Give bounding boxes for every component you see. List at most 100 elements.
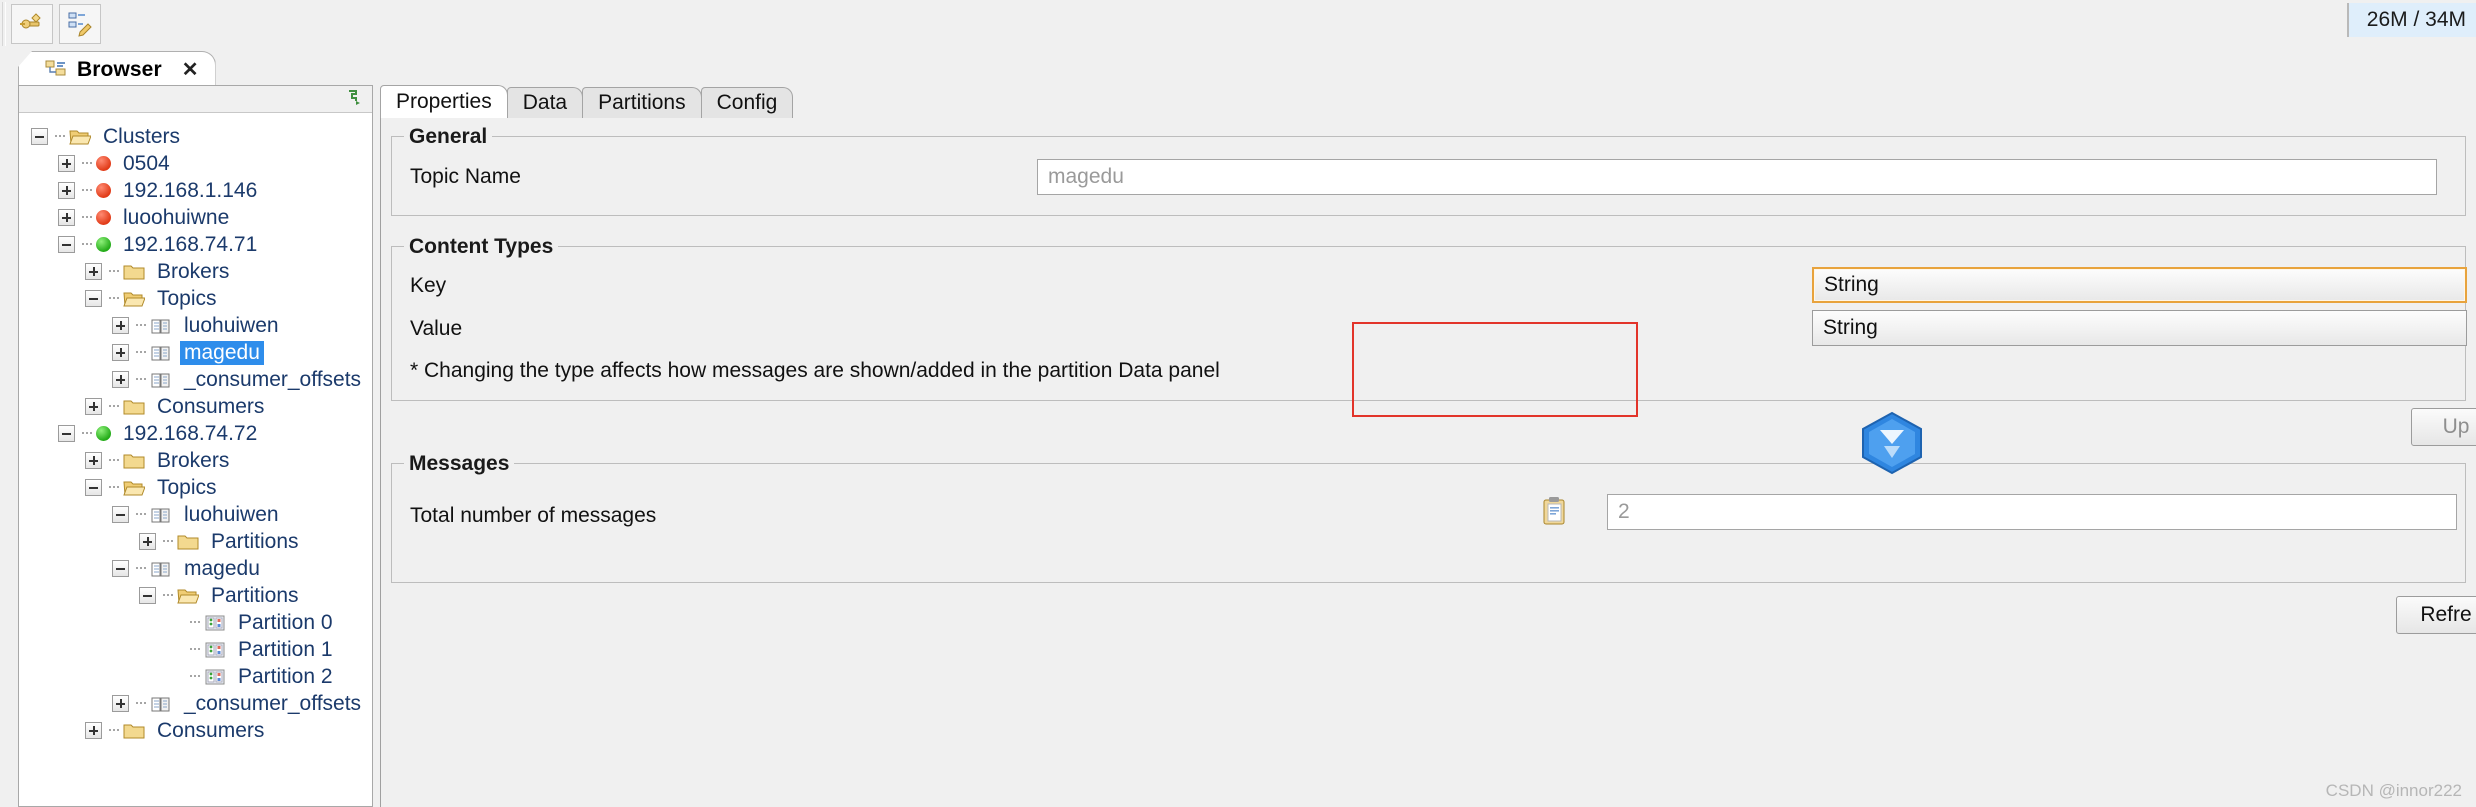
tree-connector-line [82, 243, 92, 246]
tree-collapse-icon[interactable] [58, 236, 75, 253]
tree-node[interactable]: Brokers [19, 258, 372, 285]
tree-expand-icon[interactable] [85, 398, 102, 415]
tree-connector-line [190, 648, 200, 651]
tree-collapse-icon[interactable] [85, 479, 102, 496]
tree-node[interactable]: 192.168.74.72 [19, 420, 372, 447]
editor-tab-config[interactable]: Config [700, 87, 794, 118]
folder-open-icon [177, 589, 199, 603]
tree-node[interactable]: Consumers [19, 393, 372, 420]
editor-tab-data[interactable]: Data [506, 87, 584, 118]
tree-collapse-icon[interactable] [85, 290, 102, 307]
tree-expand-icon[interactable] [58, 209, 75, 226]
browser-tree-icon [45, 60, 66, 76]
update-button-label: Up [2442, 415, 2470, 438]
tree-node[interactable]: _consumer_offsets [19, 366, 372, 393]
tree-node[interactable]: luoohuiwne [19, 204, 372, 231]
tree-connector-line [109, 459, 119, 462]
tree-node[interactable]: Partition 2 [19, 663, 372, 690]
tree-node-label: Brokers [157, 259, 230, 283]
tree-expand-icon[interactable] [85, 722, 102, 739]
tree-expand-icon[interactable] [139, 533, 156, 550]
tree-expand-icon[interactable] [112, 317, 129, 334]
tree-node[interactable]: Clusters [19, 123, 372, 150]
tree-node-label: Consumers [157, 718, 265, 742]
tree-node-label: Partition 1 [238, 637, 333, 661]
value-label: Value [410, 317, 463, 340]
tree-node-icon [96, 237, 111, 252]
tree-node[interactable]: Topics [19, 474, 372, 501]
tab-browser-close-icon[interactable]: ✕ [182, 60, 199, 80]
tree-node[interactable]: Topics [19, 285, 372, 312]
editor-tab-partitions[interactable]: Partitions [582, 87, 702, 118]
status-dot-online-icon [96, 426, 111, 441]
tree-expand-icon[interactable] [85, 263, 102, 280]
key-type-combo[interactable]: String [1812, 267, 2467, 303]
key-label: Key [410, 274, 447, 297]
tree-node-label: 0504 [123, 151, 170, 175]
add-cluster-button[interactable] [11, 4, 53, 44]
tree-node[interactable]: luohuiwen [19, 501, 372, 528]
cluster-tree[interactable]: Clusters 0504 192.168.1.146 luoohuiwne 192.1… [19, 113, 372, 744]
tree-node[interactable]: Partitions [19, 528, 372, 555]
memory-indicator[interactable]: 26M / 34M [2346, 3, 2476, 37]
tree-node-label: Partition 0 [238, 610, 333, 634]
editor-tab-strip[interactable]: Properties Data Partitions Config [380, 85, 2476, 119]
status-dot-online-icon [96, 237, 111, 252]
folder-icon [123, 265, 145, 279]
tree-node-label: 192.168.1.146 [123, 178, 258, 202]
content-types-group: Content Types Key String Value String * … [391, 235, 2467, 401]
tree-node[interactable]: Partition 0 [19, 609, 372, 636]
clipboard-icon[interactable] [1542, 496, 1568, 526]
tree-expand-icon[interactable] [112, 371, 129, 388]
tree-node[interactable]: 192.168.1.146 [19, 177, 372, 204]
topic-name-field[interactable]: magedu [1037, 159, 2437, 195]
tree-node[interactable]: Brokers [19, 447, 372, 474]
editor-tab-properties[interactable]: Properties [380, 85, 508, 118]
tree-node-icon [204, 641, 226, 659]
total-messages-field[interactable]: 2 [1607, 494, 2457, 530]
tree-node[interactable]: Partitions [19, 582, 372, 609]
topic-book-icon [151, 346, 170, 360]
value-type-combo[interactable]: String [1812, 310, 2467, 346]
tree-collapse-icon[interactable] [112, 506, 129, 523]
tree-collapse-icon[interactable] [112, 560, 129, 577]
tree-node[interactable]: Partition 1 [19, 636, 372, 663]
tree-node[interactable]: 192.168.74.71 [19, 231, 372, 258]
folder-open-icon [123, 292, 145, 306]
tree-node[interactable]: magedu [19, 555, 372, 582]
messages-group-legend: Messages [404, 452, 515, 476]
tree-node[interactable]: _consumer_offsets [19, 690, 372, 717]
refresh-button-label: Refre [2420, 603, 2472, 626]
tree-node-icon [150, 371, 172, 389]
edit-cluster-button[interactable] [59, 4, 101, 44]
tree-node[interactable]: luohuiwen [19, 312, 372, 339]
watermark-text: CSDN @innor222 [2325, 781, 2462, 800]
tree-expand-icon[interactable] [112, 695, 129, 712]
tree-node[interactable]: Consumers [19, 717, 372, 744]
tree-node-label: luohuiwen [184, 313, 279, 337]
tree-node[interactable]: magedu [19, 339, 372, 366]
tree-node-label: Clusters [103, 124, 181, 148]
tree-node-icon [123, 452, 145, 470]
tree-expand-icon[interactable] [58, 155, 75, 172]
tab-browser[interactable]: Browser ✕ [18, 51, 216, 88]
tree-expand-icon[interactable] [58, 182, 75, 199]
tree-collapse-icon[interactable] [58, 425, 75, 442]
tree-collapse-icon[interactable] [31, 128, 48, 145]
cluster-tree-panel: Clusters 0504 192.168.1.146 luoohuiwne 192.1… [18, 85, 373, 807]
refresh-button[interactable]: Refre [2396, 596, 2476, 634]
tree-collapse-icon[interactable] [139, 587, 156, 604]
toolbar-separator [2, 2, 6, 46]
topic-book-icon [151, 373, 170, 387]
tree-node-icon [150, 560, 172, 578]
tree-node[interactable]: 0504 [19, 150, 372, 177]
collapse-all-icon[interactable] [346, 89, 364, 107]
tree-connector-line [55, 135, 65, 138]
status-dot-offline-icon [96, 183, 111, 198]
tree-expand-icon[interactable] [85, 452, 102, 469]
tree-connector-line [109, 297, 119, 300]
update-button[interactable]: Up [2411, 408, 2476, 446]
tree-expand-icon[interactable] [112, 344, 129, 361]
editor-tab-label: Config [716, 91, 778, 114]
